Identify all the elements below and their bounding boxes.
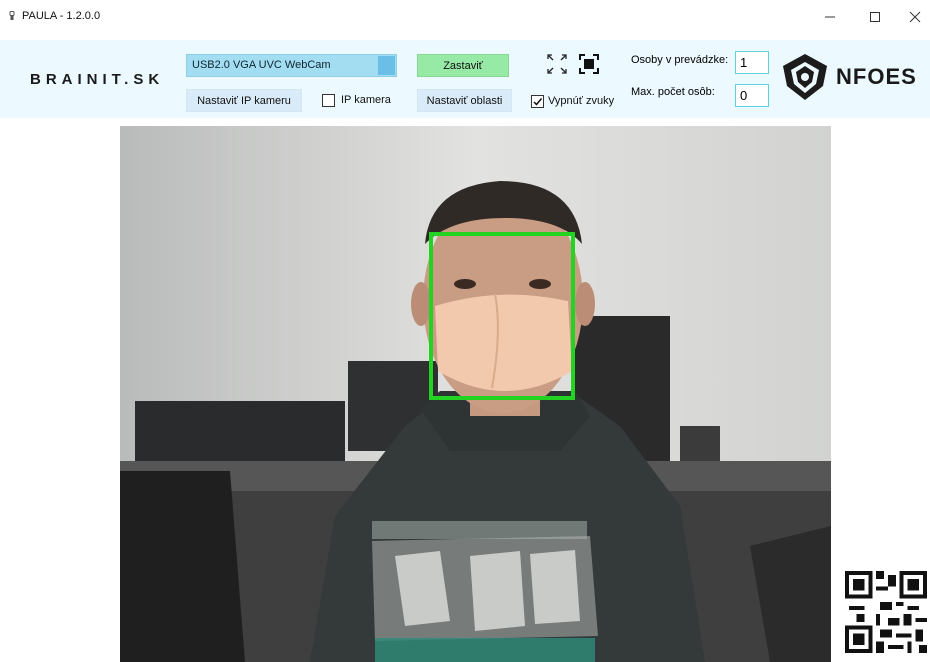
close-button[interactable] [900,6,930,28]
maximize-icon [870,12,880,22]
camera-select-value: USB2.0 VGA UVC WebCam [192,59,331,71]
maximize-button[interactable] [860,6,890,28]
camera-select[interactable]: USB2.0 VGA UVC WebCam [186,54,397,77]
window-title: PAULA - 1.2.0.0 [22,10,101,22]
max-persons-label: Max. počet osôb: [631,86,715,98]
minimize-icon [825,16,835,18]
title-bar: PAULA - 1.2.0.0 [0,0,930,40]
persons-inside-input[interactable]: 1 [735,51,769,74]
dropdown-arrow-icon[interactable] [378,56,395,75]
close-icon [909,11,921,23]
fullscreen-icon[interactable] [579,54,599,74]
minimize-button[interactable] [815,6,845,28]
nfoes-logo-icon [783,54,827,100]
mute-sounds-checkbox[interactable] [531,95,544,108]
expand-icon[interactable] [547,54,567,74]
toolbar: BRAINIT.SK USB2.0 VGA UVC WebCam Nastavi… [0,40,930,118]
persons-inside-label: Osoby v prevádzke: [631,54,729,66]
brand-logo: BRAINIT.SK [30,71,165,88]
set-areas-button[interactable]: Nastaviť oblasti [417,89,512,112]
app-icon [9,11,15,20]
face-detection-box [429,232,575,400]
mute-sounds-label[interactable]: Vypnúť zvuky [548,95,614,107]
ip-camera-label[interactable]: IP kamera [341,94,391,106]
ip-camera-checkbox[interactable] [322,94,335,107]
checkmark-icon [533,98,543,106]
camera-feed[interactable] [120,126,831,662]
qr-code-icon [845,571,927,653]
stop-button[interactable]: Zastaviť [417,54,509,77]
set-ip-camera-button[interactable]: Nastaviť IP kameru [186,89,302,112]
max-persons-input[interactable]: 0 [735,84,769,107]
partner-logo-text: NFOES [836,64,917,89]
